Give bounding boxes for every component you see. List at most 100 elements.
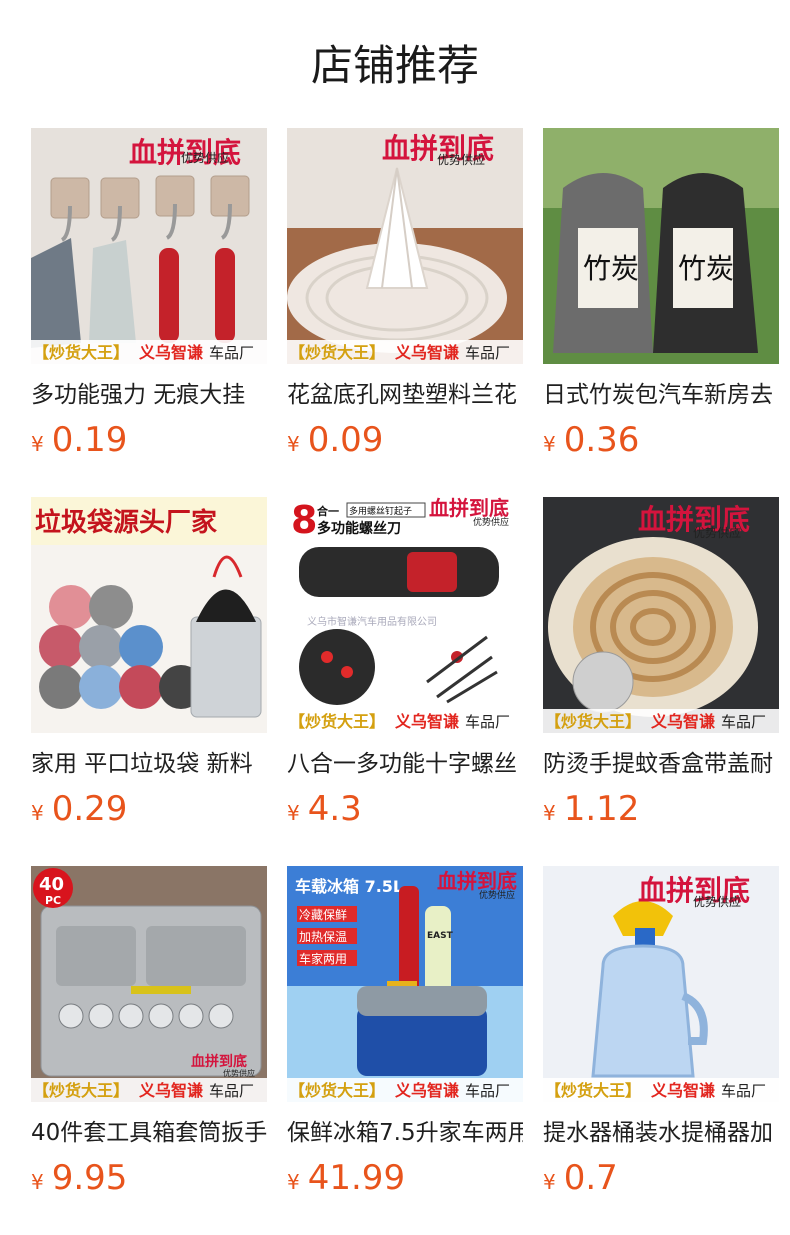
product-card[interactable]: 血拼到底 优势供应 【炒货大王】 义乌智谦 车品厂 防烫手提蚊香盒带盖耐 ¥ 1…: [543, 497, 779, 866]
product-image[interactable]: 血拼到底 优势供应 【炒货大王】 义乌智谦 车品厂: [543, 497, 779, 733]
badge-text: 血拼到底: [191, 1053, 247, 1070]
banner-right: 车品厂: [209, 344, 254, 362]
product-price: ¥ 4.3: [287, 789, 523, 829]
banner-right: 车品厂: [209, 1082, 254, 1100]
badge-subtext: 优势供应: [181, 150, 229, 165]
image-headline: 垃圾袋源头厂家: [35, 507, 217, 538]
currency-symbol: ¥: [287, 1170, 300, 1194]
page-title: 店铺推荐: [310, 41, 479, 90]
product-image[interactable]: 8 合一 多功能螺丝刀 多用螺丝钉起子 血拼到底 优势供应 义乌市智谦汽车用品有…: [287, 497, 523, 733]
product-price: ¥ 41.99: [287, 1158, 523, 1198]
product-image[interactable]: 垃圾袋源头厂家: [31, 497, 267, 733]
price-amount: 0.7: [563, 1158, 618, 1198]
product-card[interactable]: 血拼到底 优势供应 【炒货大王】 义乌智谦 车品厂 多功能强力 无痕大挂 ¥ 0…: [31, 128, 267, 497]
product-name[interactable]: 保鲜冰箱7.5升家车两用: [287, 1118, 523, 1148]
corner-badge: PC: [45, 894, 61, 907]
image-headline: 车载冰箱 7.5L: [295, 877, 403, 896]
product-image[interactable]: 竹炭 竹炭: [543, 128, 779, 364]
product-price: ¥ 1.12: [543, 789, 779, 829]
product-grid: 血拼到底 优势供应 【炒货大王】 义乌智谦 车品厂 多功能强力 无痕大挂 ¥ 0…: [31, 128, 779, 1235]
banner-right: 车品厂: [721, 1082, 766, 1100]
price-amount: 0.36: [563, 420, 640, 460]
banner-mid: 义乌智谦: [395, 712, 459, 731]
product-name[interactable]: 多功能强力 无痕大挂: [31, 380, 267, 410]
banner-left: 【炒货大王】: [289, 343, 385, 362]
banner-mid: 义乌智谦: [139, 343, 203, 362]
banner-left: 【炒货大王】: [289, 1081, 385, 1100]
bottle-label: EAST: [427, 931, 454, 941]
banner-right: 车品厂: [465, 713, 510, 731]
banner-left: 【炒货大王】: [289, 712, 385, 731]
image-headline: 合一: [317, 504, 339, 518]
badge-subtext: 优势供应: [437, 152, 485, 167]
product-card[interactable]: 车载冰箱 7.5L 冷藏保鲜 加热保温 车家两用 EAST 血拼到底 优势供应 …: [287, 866, 523, 1235]
banner-mid: 义乌智谦: [395, 1081, 459, 1100]
banner-mid: 义乌智谦: [651, 1081, 715, 1100]
banner-left: 【炒货大王】: [33, 1081, 129, 1100]
bag-label: 竹炭: [678, 252, 734, 285]
banner-left: 【炒货大王】: [545, 712, 641, 731]
product-image[interactable]: 40 PC 血拼到底 优势供应 【炒货大王】 义乌智谦 车品厂: [31, 866, 267, 1102]
currency-symbol: ¥: [287, 801, 300, 825]
product-card[interactable]: 血拼到底 优势供应 【炒货大王】 义乌智谦 车品厂 提水器桶装水提桶器加 ¥ 0…: [543, 866, 779, 1235]
product-card[interactable]: 血拼到底 优势供应 【炒货大王】 义乌智谦 车品厂 花盆底孔网垫塑料兰花 ¥ 0…: [287, 128, 523, 497]
badge-text: 血拼到底: [437, 869, 517, 893]
product-price: ¥ 0.36: [543, 420, 779, 460]
product-price: ¥ 0.29: [31, 789, 267, 829]
currency-symbol: ¥: [31, 1170, 44, 1194]
badge-subtext: 优势供应: [693, 525, 741, 540]
badge-subtext: 优势供应: [479, 889, 515, 901]
image-tag: 车家两用: [299, 951, 347, 966]
badge-subtext: 优势供应: [223, 1068, 255, 1078]
price-amount: 1.12: [563, 789, 640, 829]
product-image[interactable]: 血拼到底 优势供应 【炒货大王】 义乌智谦 车品厂: [31, 128, 267, 364]
product-name[interactable]: 提水器桶装水提桶器加: [543, 1118, 779, 1148]
image-tag: 加热保温: [299, 930, 347, 944]
price-amount: 0.29: [51, 789, 128, 829]
badge-subtext: 优势供应: [473, 516, 509, 528]
banner-left: 【炒货大王】: [545, 1081, 641, 1100]
product-name[interactable]: 花盆底孔网垫塑料兰花: [287, 380, 523, 410]
product-card[interactable]: 竹炭 竹炭 日式竹炭包汽车新房去 ¥ 0.36: [543, 128, 779, 497]
currency-symbol: ¥: [31, 801, 44, 825]
image-headline: 多功能螺丝刀: [317, 520, 401, 537]
badge-text: 血拼到底: [429, 497, 509, 520]
corner-badge: 40: [39, 874, 64, 895]
currency-symbol: ¥: [31, 432, 44, 456]
banner-mid: 义乌智谦: [395, 343, 459, 362]
banner-right: 车品厂: [721, 713, 766, 731]
badge-subtext: 优势供应: [693, 894, 741, 909]
bag-label: 竹炭: [583, 252, 639, 285]
banner-left: 【炒货大王】: [33, 343, 129, 362]
currency-symbol: ¥: [543, 801, 556, 825]
banner-right: 车品厂: [465, 344, 510, 362]
banner-right: 车品厂: [465, 1082, 510, 1100]
image-tag: 冷藏保鲜: [299, 908, 347, 922]
price-amount: 9.95: [51, 1158, 128, 1198]
product-name[interactable]: 八合一多功能十字螺丝: [287, 749, 523, 779]
image-tag: 多用螺丝钉起子: [349, 505, 412, 517]
product-name[interactable]: 40件套工具箱套筒扳手: [31, 1118, 267, 1148]
product-image[interactable]: 血拼到底 优势供应 【炒货大王】 义乌智谦 车品厂: [287, 128, 523, 364]
currency-symbol: ¥: [543, 432, 556, 456]
currency-symbol: ¥: [543, 1170, 556, 1194]
banner-mid: 义乌智谦: [139, 1081, 203, 1100]
price-amount: 41.99: [307, 1158, 406, 1198]
product-name[interactable]: 防烫手提蚊香盒带盖耐: [543, 749, 779, 779]
price-amount: 0.19: [51, 420, 128, 460]
watermark: 义乌市智谦汽车用品有限公司: [307, 615, 437, 628]
product-image[interactable]: 车载冰箱 7.5L 冷藏保鲜 加热保温 车家两用 EAST 血拼到底 优势供应 …: [287, 866, 523, 1102]
product-card[interactable]: 垃圾袋源头厂家 家用 平口垃圾袋 新料 ¥ 0.29: [31, 497, 267, 866]
product-card[interactable]: 8 合一 多功能螺丝刀 多用螺丝钉起子 血拼到底 优势供应 义乌市智谦汽车用品有…: [287, 497, 523, 866]
price-amount: 0.09: [307, 420, 384, 460]
banner-mid: 义乌智谦: [651, 712, 715, 731]
product-price: ¥ 9.95: [31, 1158, 267, 1198]
product-image[interactable]: 血拼到底 优势供应 【炒货大王】 义乌智谦 车品厂: [543, 866, 779, 1102]
product-name[interactable]: 家用 平口垃圾袋 新料: [31, 749, 267, 779]
product-price: ¥ 0.09: [287, 420, 523, 460]
product-price: ¥ 0.7: [543, 1158, 779, 1198]
image-headline: 8: [291, 498, 317, 542]
price-amount: 4.3: [307, 789, 362, 829]
product-card[interactable]: 40 PC 血拼到底 优势供应 【炒货大王】 义乌智谦 车品厂 40件套工具箱套…: [31, 866, 267, 1235]
product-name[interactable]: 日式竹炭包汽车新房去: [543, 380, 779, 410]
